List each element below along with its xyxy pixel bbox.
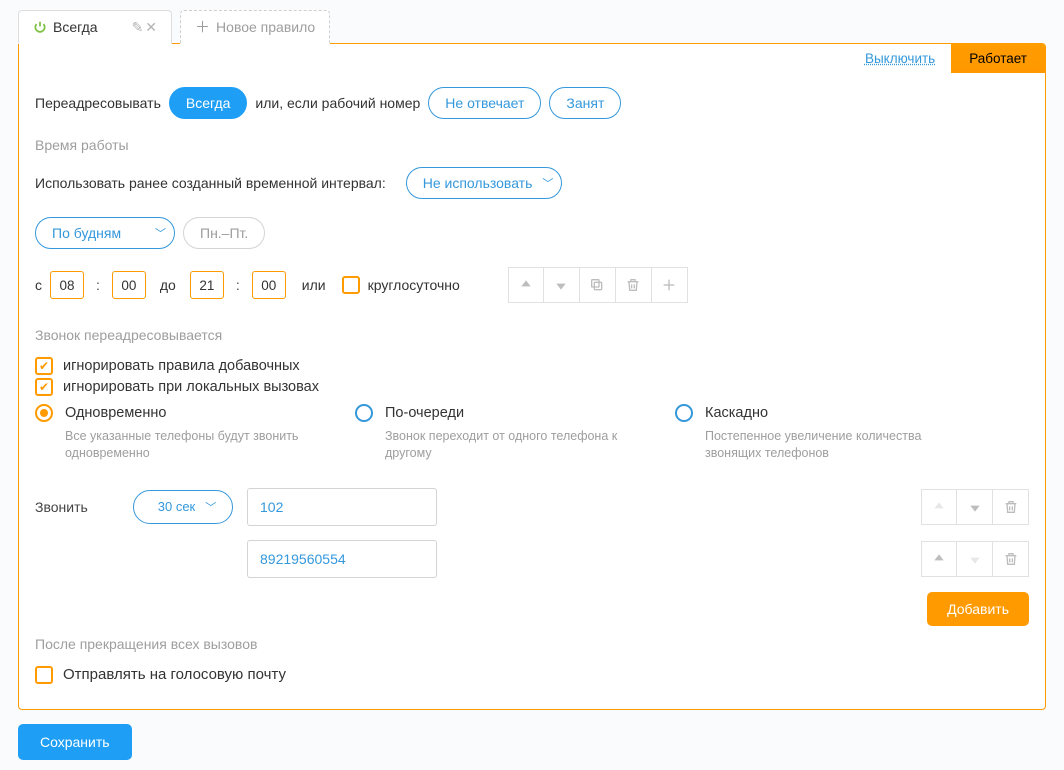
voicemail-row: Отправлять на голосовую почту (35, 666, 1029, 684)
rule-panel: Выключить Работает Переадресовывать Всег… (18, 43, 1046, 710)
or-label: или (302, 277, 326, 293)
forward-mid: или, если рабочий номер (255, 95, 420, 111)
time-from-min[interactable] (112, 271, 146, 299)
mode-a-desc: Все указанные телефоны будут звонить одн… (35, 428, 325, 462)
move-down-icon[interactable] (957, 489, 993, 525)
close-icon[interactable]: ✕ (145, 20, 157, 34)
power-icon (33, 20, 47, 34)
chk-ignore-local: игнорировать при локальных вызовах (35, 378, 1029, 396)
mode-b-desc: Звонок переходит от одного телефона к др… (355, 428, 645, 462)
move-up-icon[interactable] (921, 541, 957, 577)
radio-sequential[interactable] (355, 404, 373, 422)
number-field-2[interactable] (247, 540, 437, 578)
call-row-2 (35, 540, 1029, 578)
after-heading: После прекращения всех вызовов (35, 636, 1029, 652)
status-bar: Выключить Работает (19, 44, 1045, 73)
chevron-down-icon: ﹀ (155, 225, 166, 241)
day-select[interactable]: По будням ﹀ (35, 217, 175, 249)
mode-b-title: По-очереди (385, 405, 464, 421)
colon: : (236, 277, 240, 293)
colon: : (96, 277, 100, 293)
voicemail-label: Отправлять на голосовую почту (63, 666, 286, 683)
tab-actions: ✎ ✕ (132, 20, 157, 34)
duration-select[interactable]: 30 сек ﹀ (133, 490, 233, 524)
trash-icon[interactable] (993, 489, 1029, 525)
status-badge: Работает (951, 44, 1045, 73)
call-row-1: Звонить 30 сек ﹀ (35, 488, 1029, 526)
row2-actions (921, 541, 1029, 577)
pill-no-answer[interactable]: Не отвечает (428, 87, 541, 119)
chevron-down-icon: ﹀ (205, 499, 216, 515)
footer: Сохранить (18, 724, 1046, 760)
radio-simultaneous[interactable] (35, 404, 53, 422)
day-hint: Пн.–Пт. (183, 217, 265, 249)
move-down-icon[interactable] (957, 541, 993, 577)
worktime-heading: Время работы (35, 137, 1029, 153)
time-to-hour[interactable] (190, 271, 224, 299)
mode-c-title: Каскадно (705, 405, 768, 421)
forward-label: Переадресовывать (35, 95, 161, 111)
tab-always[interactable]: Всегда ✎ ✕ (18, 10, 172, 44)
time-to-min[interactable] (252, 271, 286, 299)
pill-always[interactable]: Всегда (169, 87, 248, 119)
pill-busy[interactable]: Занят (549, 87, 621, 119)
trash-icon[interactable] (616, 267, 652, 303)
interval-value: Не использовать (423, 175, 533, 191)
allday-checkbox[interactable] (342, 276, 360, 294)
edit-icon[interactable]: ✎ (132, 20, 144, 34)
add-icon[interactable] (652, 267, 688, 303)
time-actions (508, 267, 688, 303)
move-up-icon[interactable] (508, 267, 544, 303)
save-button[interactable]: Сохранить (18, 724, 132, 760)
chk-ignore-ext: игнорировать правила добавочных (35, 357, 1029, 375)
interval-row: Использовать ранее созданный временной и… (35, 167, 1029, 199)
copy-icon[interactable] (580, 267, 616, 303)
mode-c-desc: Постепенное увеличение количества звонящ… (675, 428, 965, 462)
chk-ignore-local-label: игнорировать при локальных вызовах (63, 379, 319, 395)
to-label: до (160, 277, 176, 293)
mode-a-title: Одновременно (65, 405, 166, 421)
chk-ignore-ext-label: игнорировать правила добавочных (63, 358, 300, 374)
move-down-icon[interactable] (544, 267, 580, 303)
time-from-hour[interactable] (50, 271, 84, 299)
tab-always-label: Всегда (53, 19, 98, 35)
modes-row: Одновременно Все указанные телефоны буду… (35, 404, 1029, 462)
timerange-row: с : до : или круглосуточно (35, 267, 1029, 303)
mode-sequential: По-очереди Звонок переходит от одного те… (355, 404, 645, 462)
redirect-heading: Звонок переадресовывается (35, 327, 1029, 343)
forward-row: Переадресовывать Всегда или, если рабочи… (35, 87, 1029, 119)
interval-select[interactable]: Не использовать ﹀ (406, 167, 563, 199)
chevron-down-icon: ﹀ (542, 175, 553, 191)
checkbox-voicemail[interactable] (35, 666, 53, 684)
tab-new-rule[interactable]: ＋ Новое правило (180, 10, 330, 44)
duration-value: 30 сек (158, 499, 196, 514)
tab-bar: Всегда ✎ ✕ ＋ Новое правило (18, 10, 1046, 44)
from-label: с (35, 277, 42, 293)
mode-cascade: Каскадно Постепенное увеличение количест… (675, 404, 965, 462)
trash-icon[interactable] (993, 541, 1029, 577)
mode-simultaneous: Одновременно Все указанные телефоны буду… (35, 404, 325, 462)
checkbox-ignore-ext[interactable] (35, 357, 53, 375)
number-field-1[interactable] (247, 488, 437, 526)
call-block: Звонить 30 сек ﹀ (35, 488, 1029, 626)
call-label: Звонить (35, 499, 119, 515)
add-button[interactable]: Добавить (927, 592, 1029, 626)
disable-link[interactable]: Выключить (849, 44, 951, 73)
row1-actions (921, 489, 1029, 525)
interval-label: Использовать ранее созданный временной и… (35, 175, 386, 191)
allday-label: круглосуточно (368, 277, 460, 293)
tab-new-label: Новое правило (216, 19, 315, 35)
day-value: По будням (52, 225, 121, 241)
move-up-icon[interactable] (921, 489, 957, 525)
checkbox-ignore-local[interactable] (35, 378, 53, 396)
plus-icon: ＋ (195, 20, 210, 35)
radio-cascade[interactable] (675, 404, 693, 422)
dayselect-row: По будням ﹀ Пн.–Пт. (35, 217, 1029, 249)
